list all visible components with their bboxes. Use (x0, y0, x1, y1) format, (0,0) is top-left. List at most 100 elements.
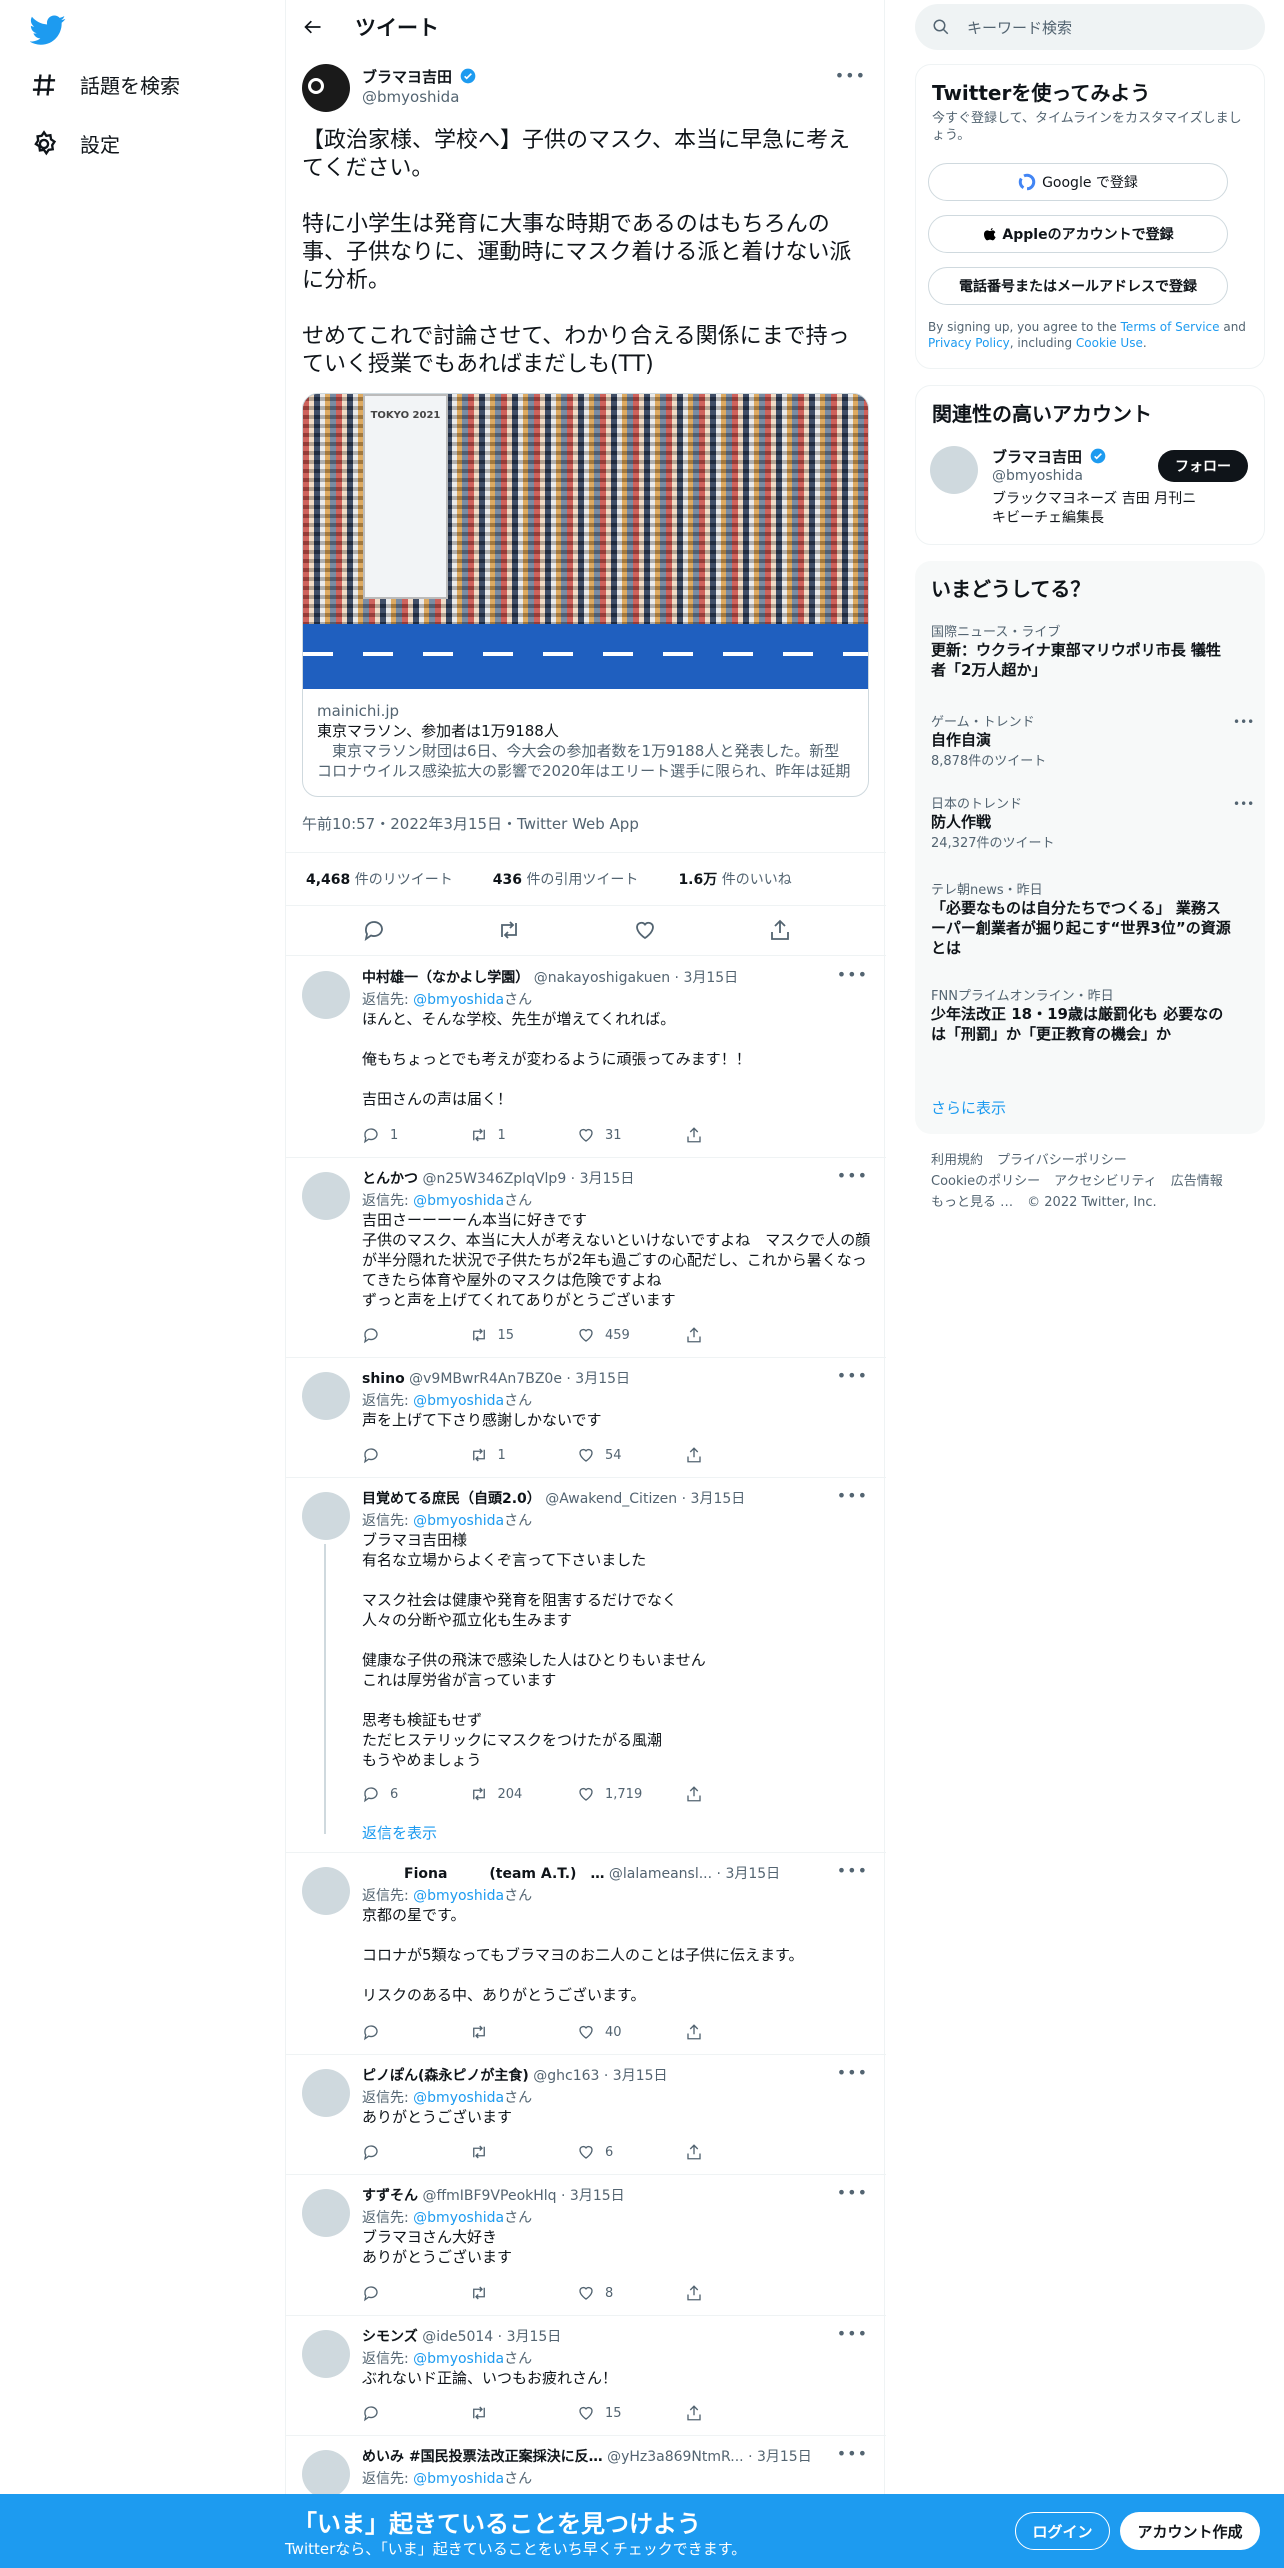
reply-to-link[interactable]: @bmyoshida (413, 1393, 504, 1409)
tweet-meta[interactable]: 午前10:57・2022年3月15日・Twitter Web App (302, 813, 639, 834)
footer-link[interactable]: 広告情報 (1171, 1174, 1223, 1189)
reply-reply-button[interactable]: 1 (362, 1126, 470, 1144)
more-options-icon[interactable]: ••• (837, 1486, 868, 1505)
reply-reply-button[interactable]: 6 (362, 1785, 470, 1803)
follow-button[interactable]: フォロー (1158, 450, 1248, 482)
reply-share-button[interactable] (685, 2143, 793, 2161)
reply-share-button[interactable] (685, 1785, 793, 1803)
footer-link[interactable]: アクセシビリティ (1054, 1174, 1157, 1189)
reply-share-button[interactable] (685, 2284, 793, 2302)
reply-retweet-button[interactable]: 15 (470, 1326, 578, 1344)
reply-date[interactable]: 3月15日 (725, 1866, 780, 1882)
likes-stat[interactable]: 1.6万 件のいいね (678, 869, 811, 889)
reply-name[interactable]: めいみ #国民投票法改正案採決に反… (362, 2449, 603, 2465)
reply-avatar[interactable] (302, 1172, 350, 1220)
signup-button[interactable]: アカウント作成 (1120, 2512, 1260, 2550)
reply-like-button[interactable]: 459 (577, 1326, 685, 1344)
more-options-icon[interactable]: ••• (837, 965, 868, 984)
more-options-icon[interactable]: ••• (837, 2444, 868, 2463)
reply-to-link[interactable]: @bmyoshida (413, 1513, 504, 1529)
reply-date[interactable]: 3月15日 (691, 1491, 746, 1507)
reply-item[interactable]: とんかつ @n25W346ZplqVlp9 · 3月15日 ••• 返信先: @bm… (286, 1158, 886, 1358)
reply-date[interactable]: 3月15日 (575, 1371, 630, 1387)
reply-handle[interactable]: @Awakend_Citizen (545, 1491, 677, 1507)
reply-share-button[interactable] (685, 1126, 793, 1144)
phone-signup-button[interactable]: 電話番号またはメールアドレスで登録 (928, 267, 1228, 305)
reply-to-link[interactable]: @bmyoshida (413, 2351, 504, 2367)
reply-icon[interactable] (362, 918, 386, 942)
twitter-logo-icon[interactable] (30, 12, 66, 48)
reply-reply-button[interactable] (362, 2023, 470, 2041)
reply-avatar[interactable] (302, 971, 350, 1019)
more-options-icon[interactable]: ••• (837, 1166, 868, 1185)
reply-handle[interactable]: @ffmIBF9VPeokHlq (422, 2188, 556, 2204)
reply-retweet-button[interactable] (470, 2284, 578, 2302)
apple-signup-button[interactable]: Appleのアカウントで登録 (928, 215, 1228, 253)
reply-name[interactable]: すずそん (362, 2188, 418, 2204)
reply-name[interactable]: 目覚めてる庶民（自頭2.0） (362, 1491, 541, 1507)
login-button[interactable]: ログイン (1015, 2512, 1110, 2550)
reply-retweet-button[interactable] (470, 2404, 578, 2422)
trend-more-icon[interactable]: ••• (1233, 797, 1254, 811)
reply-date[interactable]: 3月15日 (570, 2188, 625, 2204)
share-icon[interactable] (768, 918, 792, 942)
footer-link[interactable]: プライバシーポリシー (997, 1153, 1127, 1168)
google-signup-button[interactable]: Google で登録 (928, 163, 1228, 201)
reply-date[interactable]: 3月15日 (580, 1171, 635, 1187)
reply-item[interactable]: Fiona (team A.T.) … @lalameansl... · 3月1… (286, 1853, 886, 2055)
reply-reply-button[interactable] (362, 2143, 470, 2161)
reply-like-button[interactable]: 31 (577, 1126, 685, 1144)
reply-reply-button[interactable] (362, 1446, 470, 1464)
reply-to-link[interactable]: @bmyoshida (413, 992, 504, 1008)
reply-item[interactable]: 中村雄一（なかよし学園） @nakayoshigakuen · 3月15日 •••… (286, 957, 886, 1158)
reply-date[interactable]: 3月15日 (757, 2449, 812, 2465)
show-replies-link[interactable]: 返信を表示 (362, 1822, 437, 1843)
reply-like-button[interactable]: 54 (577, 1446, 685, 1464)
trend-item[interactable]: ゲーム・トレンド 自作自演 8,878件のツイート ••• (931, 711, 1254, 769)
reply-date[interactable]: 3月15日 (613, 2068, 668, 2084)
reply-avatar[interactable] (302, 2330, 350, 2378)
reply-to-link[interactable]: @bmyoshida (413, 1193, 504, 1209)
author-handle[interactable]: @bmyoshida (362, 88, 459, 106)
trend-item[interactable]: 国際ニュース・ライブ 更新：ウクライナ東部マリウポリ市長 犠牲者「2万人超か」 (931, 621, 1231, 680)
retweet-icon[interactable] (497, 918, 521, 942)
footer-link[interactable]: 利用規約 (931, 1153, 983, 1168)
reply-name[interactable]: シモンズ (362, 2329, 418, 2345)
reply-item[interactable]: シモンズ @ide5014 · 3月15日 ••• 返信先: @bmyoshidaさ… (286, 2316, 886, 2436)
reply-retweet-button[interactable] (470, 2023, 578, 2041)
reply-to-link[interactable]: @bmyoshida (413, 2090, 504, 2106)
link-card[interactable]: TOKYO 2021 mainichi.jp 東京マラソン、参加者は1万9188… (302, 393, 869, 797)
reply-reply-button[interactable] (362, 1326, 470, 1344)
related-name-row[interactable]: ブラマヨ吉田 (992, 446, 1106, 467)
trend-item[interactable]: テレ朝news・昨日 「必要なものは自分たちでつくる」 業務スーパー創業者が掘り起… (931, 879, 1231, 958)
terms-link[interactable]: Terms of Service (1121, 320, 1220, 334)
more-options-icon[interactable]: ••• (837, 2183, 868, 2202)
more-options-icon[interactable]: ••• (835, 66, 866, 85)
privacy-link[interactable]: Privacy Policy (928, 336, 1010, 350)
footer-link[interactable]: もっと見る … (931, 1195, 1013, 1210)
reply-reply-button[interactable] (362, 2284, 470, 2302)
retweets-stat[interactable]: 4,468 件のリツイート (306, 869, 473, 889)
reply-like-button[interactable]: 15 (577, 2404, 685, 2422)
reply-handle[interactable]: @yHz3a869NtmR... (607, 2449, 744, 2465)
reply-avatar[interactable] (302, 1372, 350, 1420)
reply-date[interactable]: 3月15日 (683, 970, 738, 986)
reply-name[interactable]: 中村雄一（なかよし学園） (362, 970, 529, 986)
cookie-link[interactable]: Cookie Use (1076, 336, 1143, 350)
reply-to-link[interactable]: @bmyoshida (413, 2210, 504, 2226)
reply-handle[interactable]: @ghc163 (533, 2068, 599, 2084)
reply-retweet-button[interactable]: 204 (470, 1785, 578, 1803)
reply-avatar[interactable] (302, 2069, 350, 2117)
reply-like-button[interactable]: 1,719 (577, 1785, 685, 1803)
nav-settings[interactable]: 設定 (30, 129, 120, 158)
reply-reply-button[interactable] (362, 2404, 470, 2422)
reply-retweet-button[interactable]: 1 (470, 1126, 578, 1144)
reply-handle[interactable]: @lalameansl... (609, 1866, 712, 1882)
reply-to-link[interactable]: @bmyoshida (413, 2471, 504, 2487)
reply-name[interactable]: shino (362, 1371, 405, 1387)
nav-explore[interactable]: 話題を検索 (30, 70, 180, 99)
more-options-icon[interactable]: ••• (837, 1861, 868, 1880)
back-arrow-icon[interactable] (303, 17, 323, 37)
reply-handle[interactable]: @nakayoshigakuen (534, 970, 670, 986)
reply-handle[interactable]: @n25W346ZplqVlp9 (422, 1171, 566, 1187)
